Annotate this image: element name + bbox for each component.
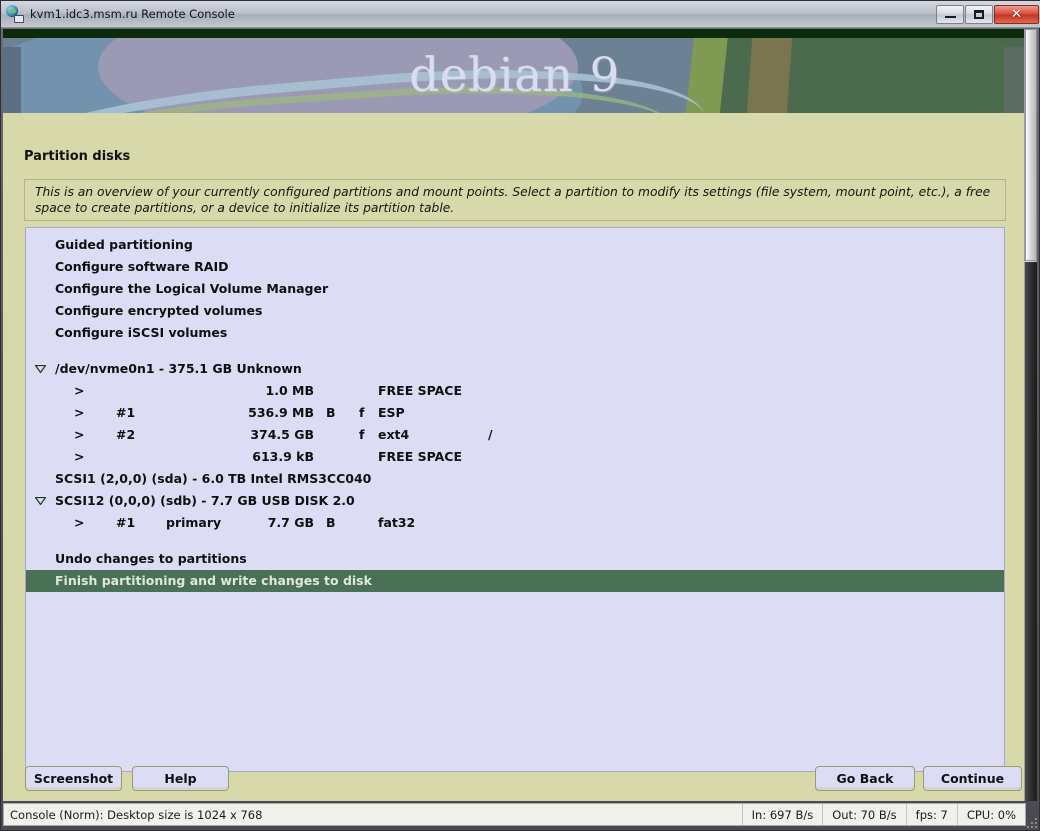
menu-item-iscsi-volumes[interactable]: Configure iSCSI volumes xyxy=(26,322,1004,344)
disk-label: /dev/nvme0n1 - 375.1 GB Unknown xyxy=(55,361,302,376)
page-title: Partition disks xyxy=(24,149,131,164)
disk-row-sda[interactable]: SCSI1 (2,0,0) (sda) - 6.0 TB Intel RMS3C… xyxy=(26,468,1004,490)
action-label: Undo changes to partitions xyxy=(55,551,247,566)
menu-item-software-raid[interactable]: Configure software RAID xyxy=(26,256,1004,278)
action-finish-partitioning[interactable]: Finish partitioning and write changes to… xyxy=(26,570,1004,592)
partition-arrow: > xyxy=(74,449,85,464)
partition-size: 1.0 MB xyxy=(265,383,314,398)
description-text: This is an overview of your currently co… xyxy=(35,185,991,215)
go-back-button[interactable]: Go Back xyxy=(815,766,915,791)
partition-size: 374.5 GB xyxy=(250,427,314,442)
debian-logo: debian 9 xyxy=(3,38,1026,113)
menu-item-label: Configure encrypted volumes xyxy=(55,303,263,318)
close-icon: ✕ xyxy=(1011,6,1022,22)
banner-top-strip xyxy=(3,29,1026,38)
menu-item-label: Configure the Logical Volume Manager xyxy=(55,281,329,296)
partition-flag-format: f xyxy=(359,427,365,442)
window-title: kvm1.idc3.msm.ru Remote Console xyxy=(30,7,235,21)
remote-console-window: kvm1.idc3.msm.ru Remote Console ✕ debian… xyxy=(0,0,1040,831)
status-in-rate: In: 697 B/s xyxy=(741,804,823,825)
partition-filesystem: ESP xyxy=(378,405,405,420)
expand-triangle-icon[interactable] xyxy=(34,490,46,512)
menu-item-guided-partitioning[interactable]: Guided partitioning xyxy=(26,234,1004,256)
close-button[interactable]: ✕ xyxy=(994,4,1039,24)
debian-banner: debian 9 xyxy=(3,29,1026,113)
partition-arrow: > xyxy=(74,515,85,530)
status-console-info: Console (Norm): Desktop size is 1024 x 7… xyxy=(10,807,263,822)
menu-item-encrypted-volumes[interactable]: Configure encrypted volumes xyxy=(26,300,1004,322)
disk-row-nvme0n1[interactable]: /dev/nvme0n1 - 375.1 GB Unknown xyxy=(26,358,1004,380)
action-label: Finish partitioning and write changes to… xyxy=(55,573,372,588)
partition-arrow: > xyxy=(74,405,85,420)
menu-item-label: Guided partitioning xyxy=(55,237,193,252)
window-resize-grip[interactable] xyxy=(1023,814,1037,828)
partition-number: #1 xyxy=(116,515,136,530)
partition-row[interactable]: > #2 374.5 GB f ext4 / xyxy=(26,424,1004,446)
partition-row[interactable]: > 1.0 MB FREE SPACE xyxy=(26,380,1004,402)
continue-button[interactable]: Continue xyxy=(923,766,1022,791)
disk-label: SCSI12 (0,0,0) (sdb) - 7.7 GB USB DISK 2… xyxy=(55,493,355,508)
console-vertical-scrollbar[interactable] xyxy=(1024,29,1037,801)
disk-label: SCSI1 (2,0,0) (sda) - 6.0 TB Intel RMS3C… xyxy=(55,471,372,486)
partition-row[interactable]: > #1 536.9 MB B f ESP xyxy=(26,402,1004,424)
scrollbar-track[interactable] xyxy=(1025,262,1037,801)
partition-flag-boot: B xyxy=(326,515,336,530)
status-bar: Console (Norm): Desktop size is 1024 x 7… xyxy=(3,803,1026,826)
installer-page: Partition disks This is an overview of y… xyxy=(3,113,1026,801)
status-cpu: CPU: 0% xyxy=(956,804,1025,825)
partition-filesystem: FREE SPACE xyxy=(378,383,462,398)
partition-number: #1 xyxy=(116,405,136,420)
partition-arrow: > xyxy=(74,383,85,398)
maximize-button[interactable] xyxy=(965,4,993,24)
partition-filesystem: ext4 xyxy=(378,427,410,442)
action-undo-changes[interactable]: Undo changes to partitions xyxy=(26,548,1004,570)
console-viewport[interactable]: debian 9 Partition disks This is an over… xyxy=(3,29,1026,801)
minimize-icon xyxy=(944,16,956,18)
window-titlebar[interactable]: kvm1.idc3.msm.ru Remote Console ✕ xyxy=(1,1,1040,28)
partition-filesystem: fat32 xyxy=(378,515,416,530)
screenshot-button[interactable]: Screenshot xyxy=(25,766,122,791)
maximize-icon xyxy=(974,9,984,19)
description-box: This is an overview of your currently co… xyxy=(24,179,1006,221)
status-out-rate: Out: 70 B/s xyxy=(822,804,905,825)
menu-item-lvm[interactable]: Configure the Logical Volume Manager xyxy=(26,278,1004,300)
distro-version: 9 xyxy=(589,48,620,103)
partition-size: 536.9 MB xyxy=(248,405,314,420)
distro-name: debian xyxy=(409,48,574,103)
partition-row[interactable]: > #1 primary 7.7 GB B fat32 xyxy=(26,512,1004,534)
status-fps: fps: 7 xyxy=(905,804,957,825)
minimize-button[interactable] xyxy=(936,4,964,24)
partition-size: 613.9 kB xyxy=(252,449,314,464)
partition-size: 7.7 GB xyxy=(267,515,314,530)
disk-row-sdb[interactable]: SCSI12 (0,0,0) (sdb) - 7.7 GB USB DISK 2… xyxy=(26,490,1004,512)
partition-number: #2 xyxy=(116,427,136,442)
partition-flag-boot: B xyxy=(326,405,336,420)
partition-mountpoint: / xyxy=(488,427,493,442)
menu-item-label: Configure software RAID xyxy=(55,259,229,274)
partition-list-panel[interactable]: Guided partitioning Configure software R… xyxy=(25,227,1005,772)
partition-flag-format: f xyxy=(359,405,365,420)
window-controls: ✕ xyxy=(935,1,1039,27)
expand-triangle-icon[interactable] xyxy=(34,358,46,380)
remote-console-icon xyxy=(6,5,24,23)
partition-arrow: > xyxy=(74,427,85,442)
partition-row[interactable]: > 613.9 kB FREE SPACE xyxy=(26,446,1004,468)
scrollbar-thumb[interactable] xyxy=(1025,29,1037,261)
titlebar-filler xyxy=(235,1,935,27)
installer-button-bar: Screenshot Help Go Back Continue xyxy=(3,761,1026,801)
help-button[interactable]: Help xyxy=(132,766,229,791)
partition-filesystem: FREE SPACE xyxy=(378,449,462,464)
menu-item-label: Configure iSCSI volumes xyxy=(55,325,228,340)
